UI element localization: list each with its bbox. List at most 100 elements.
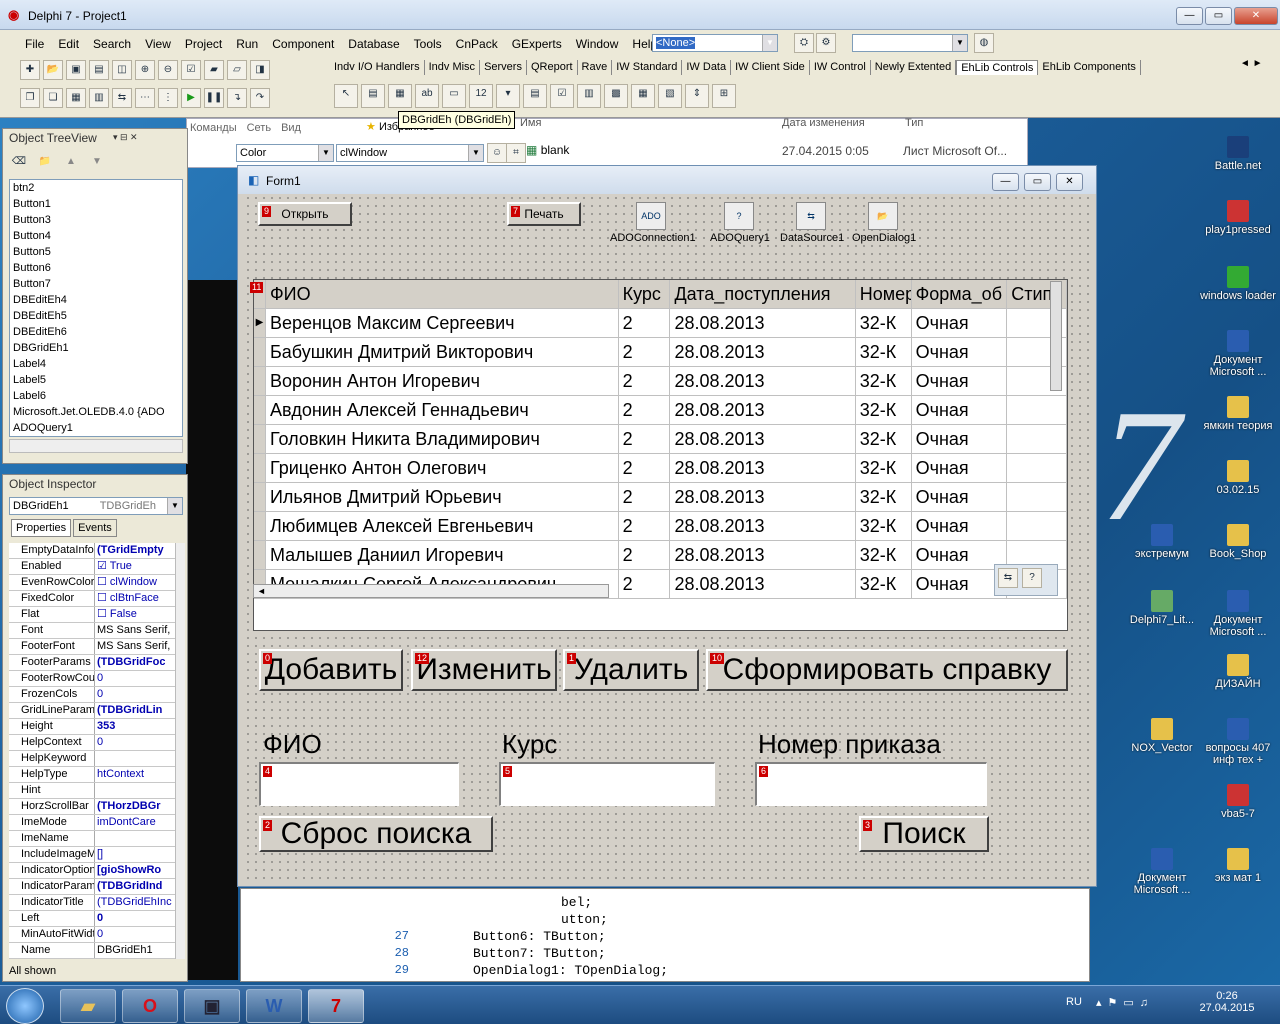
menu-search[interactable]: Search — [86, 35, 138, 53]
open-icon[interactable]: 📂 — [43, 60, 63, 80]
code-editor[interactable]: bel; utton; 27 Button6: TButton; 28 Button7: … — [240, 888, 1090, 982]
dblookup-icon[interactable]: ▤ — [523, 84, 547, 108]
desktop-icon[interactable]: Battle.net — [1200, 136, 1276, 172]
grid-cell[interactable]: 28.08.2013 — [670, 367, 856, 395]
property-row[interactable]: Enabled ☑ True — [9, 559, 175, 575]
property-row[interactable]: MinAutoFitWidt 0 — [9, 927, 175, 943]
desktop-layout-combo[interactable]: <None> ▼ — [652, 34, 778, 52]
delete-button[interactable]: 1 Удалить — [563, 649, 699, 691]
menu-tools[interactable]: Tools — [407, 35, 449, 53]
tree-item[interactable]: Button5 — [10, 244, 182, 260]
property-row[interactable]: HorzScrollBar (THorzDBGr — [9, 799, 175, 815]
pause-icon[interactable]: ❚❚ — [204, 88, 224, 108]
open-button[interactable]: 9 Открыть — [258, 202, 352, 226]
palette-tab[interactable]: Rave — [578, 60, 613, 75]
code-line[interactable]: OpenDialog1: TOpenDialog; — [473, 963, 668, 978]
menu-file[interactable]: File — [18, 35, 51, 53]
color-value-combo[interactable]: clWindow ▼ — [336, 144, 484, 162]
dbcheckbox-icon[interactable]: ☑ — [550, 84, 574, 108]
opera-taskbar-icon[interactable]: O — [122, 989, 178, 1023]
desktop-icon[interactable]: Документ Microsoft ... — [1200, 590, 1276, 638]
pin-icon[interactable]: ▾ ⊟ ✕ — [113, 132, 138, 143]
palette-tab[interactable]: Servers — [480, 60, 527, 75]
dbsum-icon[interactable]: ⊞ — [712, 84, 736, 108]
tree-item[interactable]: btn2 — [10, 180, 182, 196]
grid-cell[interactable]: Ильянов Дмитрий Юрьевич — [266, 483, 619, 511]
menu-cnpack[interactable]: CnPack — [449, 35, 505, 53]
grid-cell[interactable]: Очная — [912, 309, 1008, 337]
save-icon[interactable]: ▣ — [66, 60, 86, 80]
tree-item[interactable]: Button3 — [10, 212, 182, 228]
tab-properties[interactable]: Properties — [11, 519, 72, 537]
open-project-icon[interactable]: ◫ — [112, 60, 132, 80]
grid-cell[interactable]: 28.08.2013 — [670, 483, 856, 511]
property-row[interactable]: IncludeImageM[] — [9, 847, 175, 863]
table-row[interactable]: Воронин Антон Игоревич 2 28.08.2013 32-К Очн… — [254, 367, 1067, 396]
grid-cell[interactable]: 32-К — [856, 425, 912, 453]
property-row[interactable]: EmptyDataInfo (TGridEmpty — [9, 543, 175, 559]
palette-tab[interactable]: IW Data — [682, 60, 732, 75]
form-minimize-button[interactable]: — — [992, 173, 1019, 191]
treeview-list[interactable]: btn2 Button1 Button3 Button4 Button5 Button6 B… — [9, 179, 183, 437]
palette-tab[interactable]: IW Control — [810, 60, 871, 75]
grid-cell[interactable]: 2 — [619, 338, 671, 366]
inspector-object-combo[interactable]: DBGridEh1 TDBGridEh ▼ — [9, 497, 183, 515]
color-property-combo[interactable]: Color ▼ — [236, 144, 334, 162]
minimize-button[interactable]: — — [1176, 7, 1203, 25]
grid-cell[interactable]: Очная — [912, 425, 1008, 453]
property-row[interactable]: Height 353 — [9, 719, 175, 735]
grid-cell[interactable]: 28.08.2013 — [670, 396, 856, 424]
table-row[interactable]: Малышев Даниил Игоревич 2 28.08.2013 32-К Оч… — [254, 541, 1067, 570]
step-over-icon[interactable]: ↷ — [250, 88, 270, 108]
tree-item[interactable]: DBEditEh4 — [10, 292, 182, 308]
desktop-icon[interactable]: Документ Microsoft ... — [1124, 848, 1200, 896]
order-number-input[interactable]: 6 — [755, 762, 987, 806]
form-maximize-button[interactable]: ▭ — [1024, 173, 1051, 191]
folder-icon[interactable]: 📁 — [35, 153, 55, 173]
menu-database[interactable]: Database — [341, 35, 406, 53]
format-icon[interactable]: ⌗ — [506, 143, 526, 163]
code-line[interactable]: utton; — [561, 912, 608, 927]
grid-cell[interactable]: Головкин Никита Владимирович — [266, 425, 619, 453]
delphi-taskbar-icon[interactable]: 7 — [308, 989, 364, 1023]
table-row[interactable]: Гриценко Антон Олегович 2 28.08.2013 32-К Оч… — [254, 454, 1067, 483]
grid-cell[interactable] — [1007, 512, 1067, 540]
desktop-icon[interactable]: Delphi7_Lit... — [1124, 590, 1200, 626]
grid-cell[interactable]: Очная — [912, 483, 1008, 511]
save-desktop-icon[interactable]: ⛭ — [794, 33, 814, 53]
explorer-tab[interactable]: Вид — [281, 122, 301, 134]
grid-cell[interactable]: 2 — [619, 483, 671, 511]
clock[interactable]: 0:26 27.04.2015 — [1194, 990, 1260, 1014]
grid-cell[interactable]: 28.08.2013 — [670, 454, 856, 482]
explorer-taskbar-icon[interactable]: ▰ — [60, 989, 116, 1023]
property-row[interactable]: HelpContext 0 — [9, 735, 175, 751]
dbgrid2-icon[interactable]: ▦ — [631, 84, 655, 108]
treeview-hscrollbar[interactable] — [9, 439, 183, 453]
desktop-icon[interactable]: Book_Shop — [1200, 524, 1276, 560]
dbimage-icon[interactable]: ▩ — [604, 84, 628, 108]
pointer-icon[interactable]: ↖ — [334, 84, 358, 108]
grid-column-header[interactable]: Курс — [619, 280, 671, 308]
run-icon[interactable]: ▶ — [181, 88, 201, 108]
tree-item[interactable]: Button6 — [10, 260, 182, 276]
property-row[interactable]: Hint — [9, 783, 175, 799]
desktop-icon[interactable]: 03.02.15 — [1200, 460, 1276, 496]
property-row[interactable]: EvenRowColor ☐ clWindow — [9, 575, 175, 591]
grid-hscrollbar[interactable]: ◄ — [253, 584, 609, 598]
grid-cell[interactable]: Авдонин Алексей Геннадьевич — [266, 396, 619, 424]
adoquery-icon[interactable]: ? — [724, 202, 754, 230]
grid-cell[interactable] — [1007, 396, 1067, 424]
grid-cell[interactable]: 32-К — [856, 570, 912, 598]
report-button[interactable]: 10 Сформировать справку — [706, 649, 1068, 691]
grid-cell[interactable]: 32-К — [856, 367, 912, 395]
grid-vscrollbar[interactable] — [1050, 281, 1062, 391]
dbmemo-icon[interactable]: ▥ — [577, 84, 601, 108]
grid-cell[interactable]: Очная — [912, 454, 1008, 482]
table-row[interactable]: Головкин Никита Владимирович 2 28.08.2013 3… — [254, 425, 1067, 454]
desktop-icon[interactable]: play1pressed — [1200, 200, 1276, 236]
desktop-icon[interactable]: экз мат 1 — [1200, 848, 1276, 884]
property-row[interactable]: IndicatorParam (TDBGridInd — [9, 879, 175, 895]
grid-cell[interactable]: Воронин Антон Игоревич — [266, 367, 619, 395]
dbgrideh1-grid[interactable]: ФИО Курс Дата_поступления Номер Форма_об Стип… — [253, 279, 1068, 631]
help-book2-icon[interactable]: ▱ — [227, 60, 247, 80]
